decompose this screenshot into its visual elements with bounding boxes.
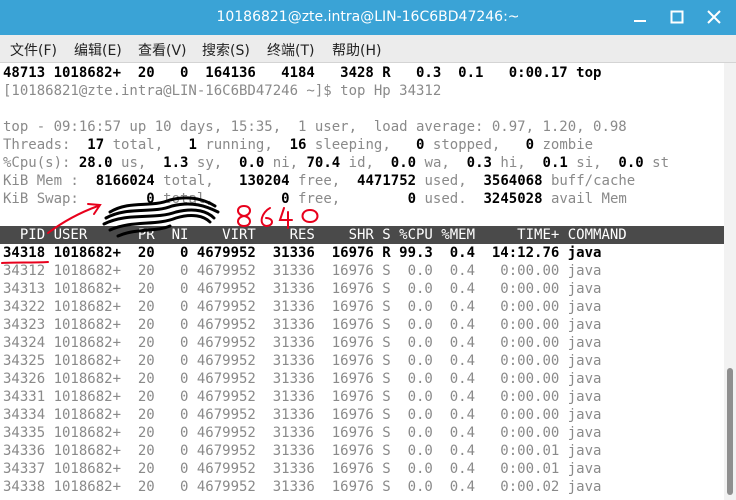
process-row: 34324 1018682+ 20 0 4679952 31336 16976 … bbox=[3, 335, 602, 351]
process-row: 34338 1018682+ 20 0 4679952 31336 16976 … bbox=[3, 479, 602, 495]
minimize-icon[interactable] bbox=[628, 6, 652, 28]
menu-bar: 文件(F) 编辑(E) 查看(V) 搜索(S) 终端(T) 帮助(H) bbox=[0, 35, 736, 63]
memory-summary: KiB Mem : 8166024 total, 130204 free, 44… bbox=[3, 173, 636, 189]
process-row: 34326 1018682+ 20 0 4679952 31336 16976 … bbox=[3, 371, 602, 387]
process-row: 34325 1018682+ 20 0 4679952 31336 16976 … bbox=[3, 353, 602, 369]
window-title: 10186821@zte.intra@LIN-16C6BD47246:~ bbox=[216, 9, 520, 25]
cpu-summary: %Cpu(s): 28.0 us, 1.3 sy, 0.0 ni, 70.4 i… bbox=[3, 155, 670, 171]
column-headers: PID USER PR NI VIRT RES SHR S %CPU %MEM … bbox=[3, 227, 627, 243]
terminal-area[interactable]: 48713 1018682+ 20 0 164136 4184 3428 R 0… bbox=[0, 63, 724, 500]
close-icon[interactable] bbox=[702, 6, 726, 28]
process-row: 34313 1018682+ 20 0 4679952 31336 16976 … bbox=[3, 281, 602, 297]
shell-prompt: [10186821@zte.intra@LIN-16C6BD47246 ~]$ … bbox=[3, 83, 442, 99]
process-row: 34323 1018682+ 20 0 4679952 31336 16976 … bbox=[3, 317, 602, 333]
menu-help[interactable]: 帮助(H) bbox=[332, 40, 381, 60]
process-row: 34318 1018682+ 20 0 4679952 31336 16976 … bbox=[3, 245, 602, 261]
scrollbar[interactable] bbox=[724, 63, 736, 500]
menu-edit[interactable]: 编辑(E) bbox=[74, 40, 122, 60]
process-row: 34331 1018682+ 20 0 4679952 31336 16976 … bbox=[3, 389, 602, 405]
previous-output-line: 48713 1018682+ 20 0 164136 4184 3428 R 0… bbox=[3, 65, 602, 81]
process-row: 34312 1018682+ 20 0 4679952 31336 16976 … bbox=[3, 263, 602, 279]
top-summary-line: top - 09:16:57 up 10 days, 15:35, 1 user… bbox=[3, 119, 627, 135]
menu-file[interactable]: 文件(F) bbox=[10, 40, 57, 60]
process-row: 34322 1018682+ 20 0 4679952 31336 16976 … bbox=[3, 299, 602, 315]
scrollbar-thumb[interactable] bbox=[727, 368, 733, 495]
process-table-header: PID USER PR NI VIRT RES SHR S %CPU %MEM … bbox=[0, 226, 724, 244]
process-row: 34335 1018682+ 20 0 4679952 31336 16976 … bbox=[3, 425, 602, 441]
process-row: 34337 1018682+ 20 0 4679952 31336 16976 … bbox=[3, 461, 602, 477]
menu-search[interactable]: 搜索(S) bbox=[202, 40, 250, 60]
threads-summary: Threads: 17 total, 1 running, 16 sleepin… bbox=[3, 137, 594, 153]
menu-terminal[interactable]: 终端(T) bbox=[267, 40, 314, 60]
menu-view[interactable]: 查看(V) bbox=[138, 40, 187, 60]
window-titlebar[interactable]: 10186821@zte.intra@LIN-16C6BD47246:~ bbox=[0, 0, 736, 35]
process-row: 34336 1018682+ 20 0 4679952 31336 16976 … bbox=[3, 443, 602, 459]
process-row: 34334 1018682+ 20 0 4679952 31336 16976 … bbox=[3, 407, 602, 423]
swap-summary: KiB Swap: 0 total, 0 free, 0 used. 32450… bbox=[3, 191, 627, 207]
maximize-icon[interactable] bbox=[665, 6, 689, 28]
